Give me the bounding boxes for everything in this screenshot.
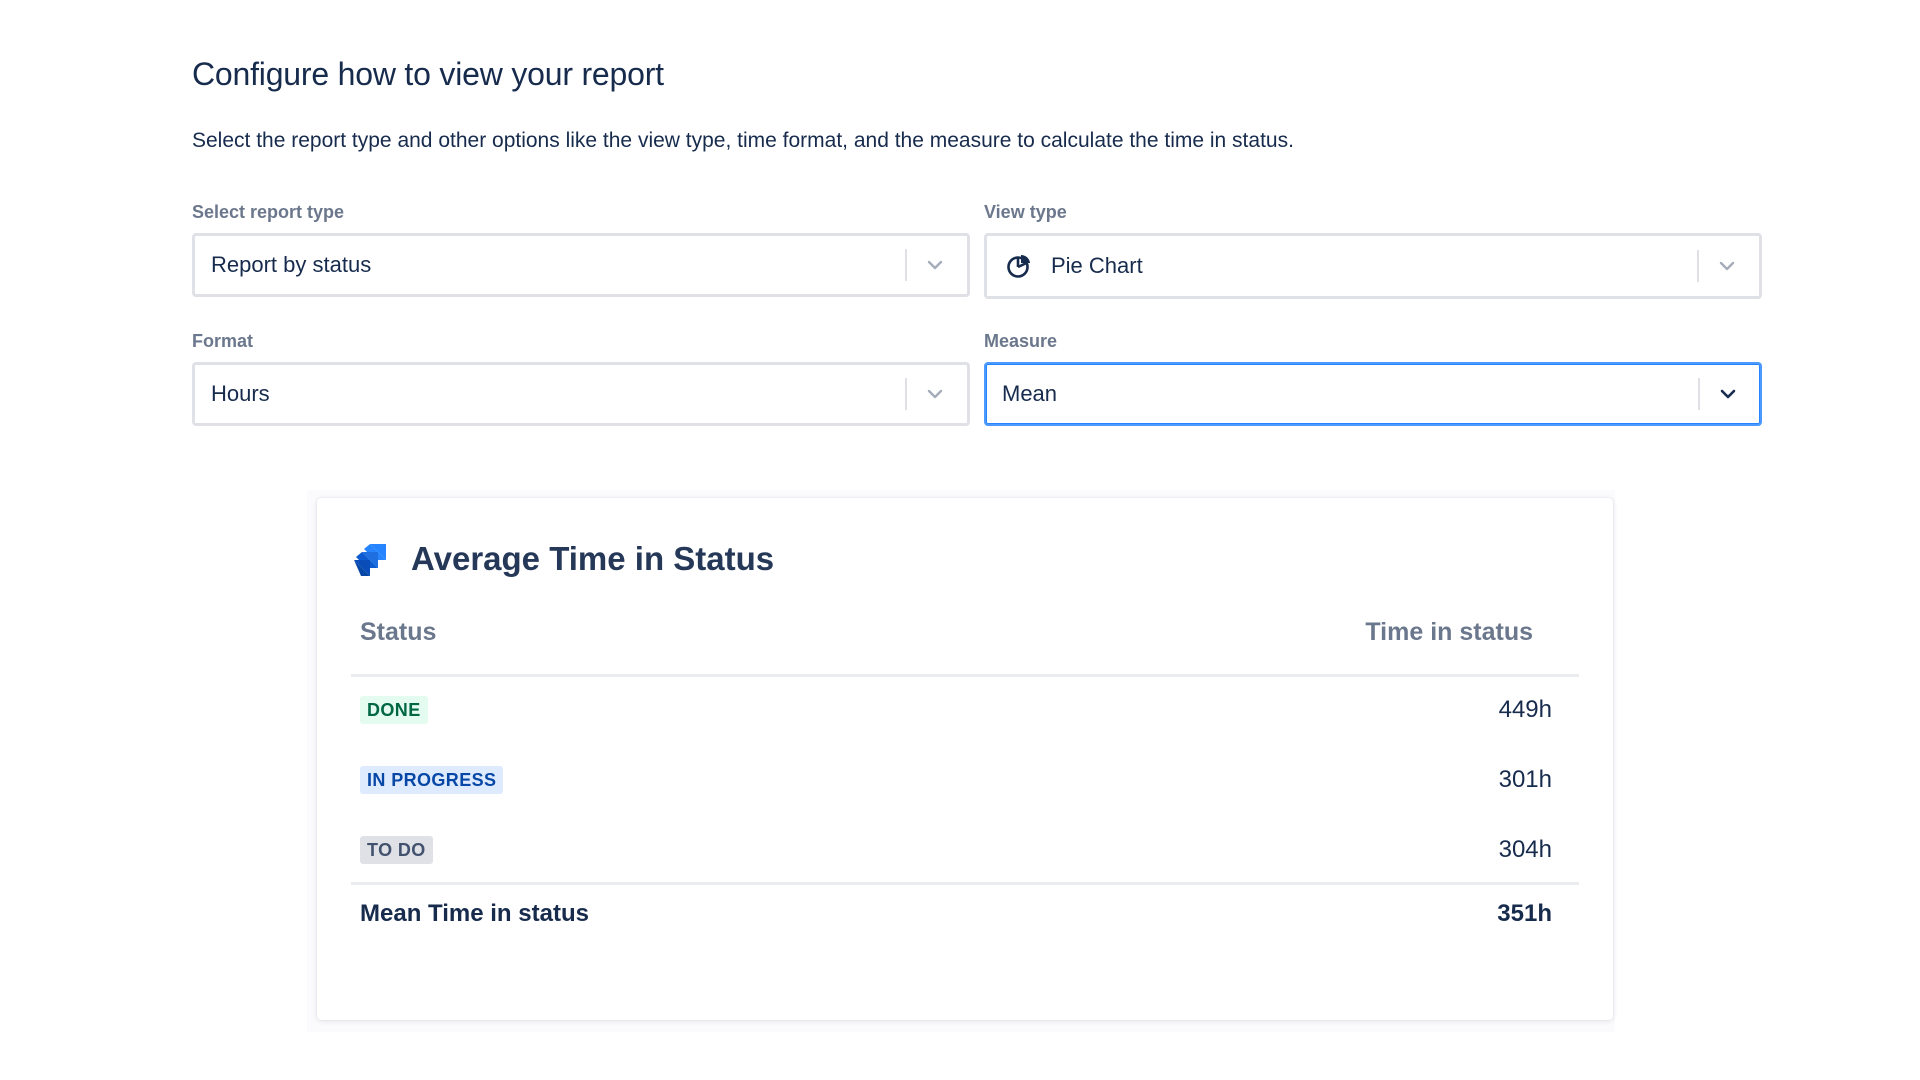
header-divider — [351, 674, 1579, 677]
table-row: DONE 449h — [360, 694, 1552, 726]
view-type-select[interactable]: Pie Chart — [984, 233, 1762, 299]
total-label: Mean Time in status — [360, 900, 589, 927]
table-row: IN PROGRESS 301h — [360, 764, 1552, 796]
column-header-time: Time in status — [1365, 618, 1533, 646]
select-separator — [1698, 378, 1700, 410]
card-header: Average Time in Status — [353, 540, 774, 578]
format-select[interactable]: Hours — [192, 362, 970, 426]
view-type-field: View type Pie Chart — [984, 201, 1762, 299]
report-type-label: Select report type — [192, 202, 345, 222]
time-value: 301h — [1498, 766, 1552, 793]
measure-field: Measure Mean — [984, 330, 1762, 426]
select-separator — [905, 378, 907, 410]
measure-label: Measure — [984, 331, 1058, 351]
column-header-status: Status — [360, 618, 437, 646]
view-type-label: View type — [984, 202, 1067, 222]
page-title: Configure how to view your report — [192, 56, 664, 92]
time-value: 449h — [1498, 696, 1552, 723]
status-badge-to-do: TO DO — [360, 836, 433, 864]
report-card: Average Time in Status Status Time in st… — [317, 498, 1613, 1020]
measure-select[interactable]: Mean — [984, 362, 1762, 426]
chevron-down-icon[interactable] — [923, 382, 947, 406]
chevron-down-icon[interactable] — [1716, 382, 1740, 406]
format-value: Hours — [211, 381, 270, 406]
report-type-value: Report by status — [211, 252, 372, 277]
view-type-value: Pie Chart — [1051, 253, 1143, 278]
report-type-select[interactable]: Report by status — [192, 233, 970, 297]
time-value: 304h — [1498, 836, 1552, 863]
card-title: Average Time in Status — [411, 540, 775, 577]
total-value: 351h — [1497, 900, 1552, 927]
select-separator — [1697, 250, 1699, 282]
format-field: Format Hours — [192, 330, 970, 426]
chevron-down-icon[interactable] — [1715, 254, 1739, 278]
page-description: Select the report type and other options… — [192, 129, 1294, 152]
measure-value: Mean — [1002, 381, 1058, 406]
status-badge-in-progress: IN PROGRESS — [360, 766, 504, 794]
jira-logo — [354, 544, 386, 576]
pie-chart-icon — [1005, 252, 1033, 280]
status-badge-done: DONE — [360, 696, 428, 724]
chevron-down-icon[interactable] — [923, 253, 947, 277]
total-row: Mean Time in status 351h — [360, 898, 1552, 930]
total-divider — [351, 882, 1579, 885]
report-type-field: Select report type Report by status — [192, 201, 970, 297]
format-label: Format — [192, 331, 254, 351]
select-separator — [905, 249, 907, 281]
table-row: TO DO 304h — [360, 834, 1552, 866]
